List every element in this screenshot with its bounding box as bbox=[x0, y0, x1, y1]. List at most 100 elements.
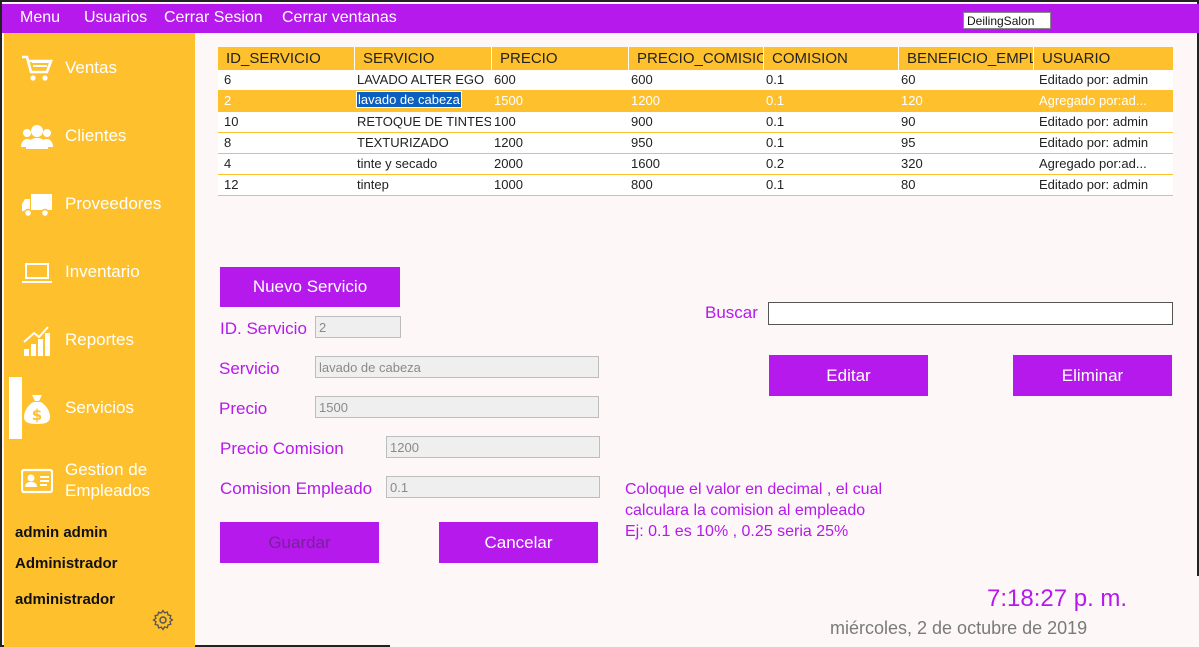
sidebar-item-gestion-empleados[interactable]: Gestion de Empleados bbox=[4, 453, 195, 509]
table-cell: 120 bbox=[901, 93, 923, 108]
comision-label: Comision Empleado bbox=[220, 479, 373, 498]
table-cell: 2000 bbox=[494, 156, 523, 171]
sidebar-item-label: Proveedores bbox=[65, 194, 162, 213]
services-table: ID_SERVICIO SERVICIO PRECIO PRECIO_COMIS… bbox=[218, 47, 1173, 196]
servicio-label: Servicio bbox=[219, 359, 280, 378]
table-cell: 1500 bbox=[494, 93, 523, 108]
user-login: administrador bbox=[15, 591, 116, 608]
note-line: Ej: 0.1 es 10% , 0.25 seria 25% bbox=[625, 523, 849, 540]
table-row[interactable]: 6 LAVADO ALTER EGO 600 600 0.1 60 Editado por:… bbox=[218, 70, 1173, 91]
edit-button[interactable]: Editar bbox=[769, 355, 928, 396]
money-bag-icon: $ bbox=[21, 393, 53, 425]
table-cell: 2 bbox=[224, 93, 232, 108]
precio-comision-field[interactable]: 1200 bbox=[386, 436, 600, 458]
table-cell: 100 bbox=[494, 114, 516, 129]
brand-label: DeilingSalon bbox=[963, 12, 1051, 29]
note-line: Coloque el valor en decimal , el cual bbox=[625, 481, 883, 498]
table-cell: 0.1 bbox=[766, 93, 785, 108]
table-cell: 0.1 bbox=[766, 114, 785, 129]
id-card-icon bbox=[21, 465, 53, 497]
search-input[interactable] bbox=[768, 302, 1173, 325]
table-cell: Editado por: admin bbox=[1039, 177, 1149, 192]
menu-item-menu[interactable]: Menu bbox=[20, 9, 60, 27]
column-header[interactable]: COMISION bbox=[764, 47, 899, 70]
table-cell: 0.2 bbox=[766, 156, 785, 171]
column-header[interactable]: PRECIO_COMISIO bbox=[629, 47, 764, 70]
delete-button[interactable]: Eliminar bbox=[1013, 355, 1172, 396]
table-cell: 1600 bbox=[631, 156, 660, 171]
sidebar-item-proveedores[interactable]: Proveedores bbox=[4, 177, 195, 233]
table-header: ID_SERVICIO SERVICIO PRECIO PRECIO_COMIS… bbox=[218, 47, 1173, 70]
column-header[interactable]: BENEFICIO_EMPLE bbox=[899, 47, 1034, 70]
table-cell: 1200 bbox=[494, 135, 523, 150]
table-cell: LAVADO ALTER EGO bbox=[357, 72, 485, 87]
column-header[interactable]: PRECIO bbox=[492, 47, 629, 70]
column-header[interactable]: SERVICIO bbox=[355, 47, 492, 70]
table-cell: Editado por: admin bbox=[1039, 72, 1149, 87]
table-cell: 90 bbox=[901, 114, 916, 129]
table-cell: Agregado por:ad... bbox=[1039, 93, 1147, 108]
sidebar-item-label: Inventario bbox=[65, 262, 140, 281]
sidebar-item-label: Gestion de Empleados bbox=[65, 460, 151, 500]
table-cell: tintep bbox=[357, 177, 389, 192]
table-cell: 600 bbox=[494, 72, 516, 87]
precio-comision-label: Precio Comision bbox=[220, 439, 344, 458]
app-window: Menu Usuarios Cerrar Sesion Cerrar venta… bbox=[0, 0, 1199, 647]
table-cell: 0.1 bbox=[766, 135, 785, 150]
table-cell: RETOQUE DE TINTES bbox=[357, 114, 491, 129]
search-label: Buscar bbox=[705, 303, 758, 322]
table-row[interactable]: 10 RETOQUE DE TINTES 100 900 0.1 90 Editado po… bbox=[218, 112, 1173, 133]
table-cell: Editado por: admin bbox=[1039, 135, 1149, 150]
precio-label: Precio bbox=[219, 399, 268, 418]
table-cell: 6 bbox=[224, 72, 232, 87]
id-label: ID. Servicio bbox=[220, 319, 307, 338]
table-row[interactable]: 12 tintep 1000 800 0.1 80 Editado por: admin bbox=[218, 175, 1173, 196]
sidebar-item-clientes[interactable]: Clientes bbox=[4, 109, 195, 165]
sidebar-item-label: Servicios bbox=[65, 398, 134, 417]
user-role: Administrador bbox=[15, 555, 118, 572]
sidebar-item-label: Clientes bbox=[65, 126, 127, 145]
column-header[interactable]: USUARIO bbox=[1034, 47, 1173, 70]
table-cell: 12 bbox=[224, 177, 239, 192]
menu-item-cerrar-ventanas[interactable]: Cerrar ventanas bbox=[282, 9, 397, 27]
sidebar-item-servicios[interactable]: $ Servicios bbox=[4, 381, 195, 437]
table-cell: Agregado por:ad... bbox=[1039, 156, 1147, 171]
id-field[interactable]: 2 bbox=[315, 316, 401, 338]
comision-field[interactable]: 0.1 bbox=[386, 476, 600, 498]
table-cell: lavado de cabeza bbox=[356, 91, 462, 108]
table-cell: 1000 bbox=[494, 177, 523, 192]
save-button[interactable]: Guardar bbox=[220, 522, 379, 563]
table-cell: Editado por: admin bbox=[1039, 114, 1149, 129]
sidebar-item-ventas[interactable]: Ventas bbox=[4, 41, 195, 97]
servicio-field[interactable]: lavado de cabeza bbox=[315, 356, 599, 378]
column-header[interactable]: ID_SERVICIO bbox=[218, 47, 355, 70]
table-cell: 600 bbox=[631, 72, 653, 87]
table-cell: 0.1 bbox=[766, 72, 785, 87]
sidebar-item-inventario[interactable]: Inventario bbox=[4, 245, 195, 301]
table-row[interactable]: 2 lavado de cabeza 1500 1200 0.1 120 Agregado … bbox=[218, 91, 1173, 112]
precio-field[interactable]: 1500 bbox=[315, 396, 599, 418]
table-cell: 4 bbox=[224, 156, 232, 171]
table-cell: 800 bbox=[631, 177, 653, 192]
table-cell: 320 bbox=[901, 156, 923, 171]
menu-item-usuarios[interactable]: Usuarios bbox=[84, 9, 147, 27]
table-cell: 95 bbox=[901, 135, 916, 150]
note-line: calculara la comision al empleado bbox=[625, 502, 866, 519]
table-cell: 8 bbox=[224, 135, 232, 150]
svg-text:$: $ bbox=[32, 406, 42, 424]
table-cell: 60 bbox=[901, 72, 916, 87]
sidebar-item-reportes[interactable]: Reportes bbox=[4, 313, 195, 369]
clock-date: miércoles, 2 de octubre de 2019 bbox=[830, 618, 1088, 638]
cart-icon bbox=[21, 53, 53, 85]
new-service-button[interactable]: Nuevo Servicio bbox=[220, 267, 400, 307]
laptop-icon bbox=[21, 257, 53, 289]
table-row[interactable]: 8 TEXTURIZADO 1200 950 0.1 95 Editado por: adm… bbox=[218, 133, 1173, 154]
table-cell: 0.1 bbox=[766, 177, 785, 192]
table-cell: tinte y secado bbox=[357, 156, 438, 171]
menubar: Menu Usuarios Cerrar Sesion Cerrar venta… bbox=[2, 4, 1199, 33]
table-row[interactable]: 4 tinte y secado 2000 1600 0.2 320 Agregado po… bbox=[218, 154, 1173, 175]
gear-icon[interactable] bbox=[152, 609, 174, 636]
menu-item-cerrar-sesion[interactable]: Cerrar Sesion bbox=[164, 9, 263, 27]
cancel-button[interactable]: Cancelar bbox=[439, 522, 598, 563]
commission-note: Coloque el valor en decimal , el cual ca… bbox=[625, 479, 882, 542]
